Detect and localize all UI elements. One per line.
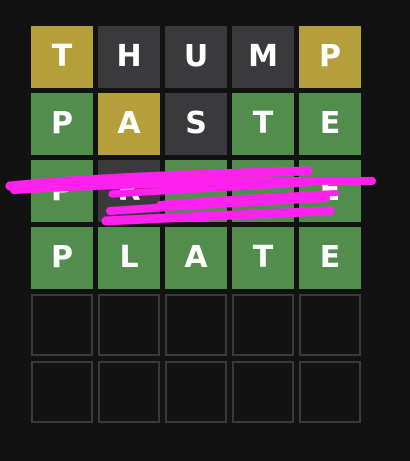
tile-letter: T [51,39,73,74]
tile-empty [31,361,93,423]
tile-empty [165,294,227,356]
tile-correct: P [31,93,93,155]
tile-absent: M [232,26,294,88]
tile-present: T [31,26,93,88]
tile-empty [165,361,227,423]
tile-correct: E [299,93,361,155]
tile-letter: U [183,39,209,74]
tile-letter: P [51,106,73,141]
tile-empty [31,294,93,356]
tile-correct [165,160,227,222]
tile-letter: E [319,106,341,141]
tile-letter: P [319,39,341,74]
tile-correct [232,160,294,222]
tile-letter: T [252,106,274,141]
tile-letter: R [117,173,141,208]
tile-empty [98,294,160,356]
tile-letter: A [117,106,141,141]
tile-empty [98,361,160,423]
tile-correct: E [299,160,361,222]
tile-absent: U [165,26,227,88]
tile-correct: A [165,227,227,289]
tile-letter: T [252,240,274,275]
tile-absent: R [98,160,160,222]
tile-letter: E [319,240,341,275]
tile-letter: E [319,173,341,208]
tile-letter: P [51,240,73,275]
tile-letter: L [119,240,139,275]
tile-present: P [299,26,361,88]
tile-letter: A [184,240,208,275]
tile-empty [299,294,361,356]
tile-letter: M [248,39,278,74]
tile-correct: L [98,227,160,289]
tile-correct: P [31,227,93,289]
tile-letter: H [116,39,142,74]
tile-empty [232,361,294,423]
tile-correct: T [232,227,294,289]
tile-correct: T [232,93,294,155]
tile-letter: S [185,106,207,141]
game-board: THUMPPASTEPREPLATE [31,26,362,426]
tile-correct: P [31,160,93,222]
tile-empty [232,294,294,356]
tile-empty [299,361,361,423]
tile-present: A [98,93,160,155]
tile-absent: H [98,26,160,88]
tile-correct: E [299,227,361,289]
tile-absent: S [165,93,227,155]
tile-letter: P [51,173,73,208]
